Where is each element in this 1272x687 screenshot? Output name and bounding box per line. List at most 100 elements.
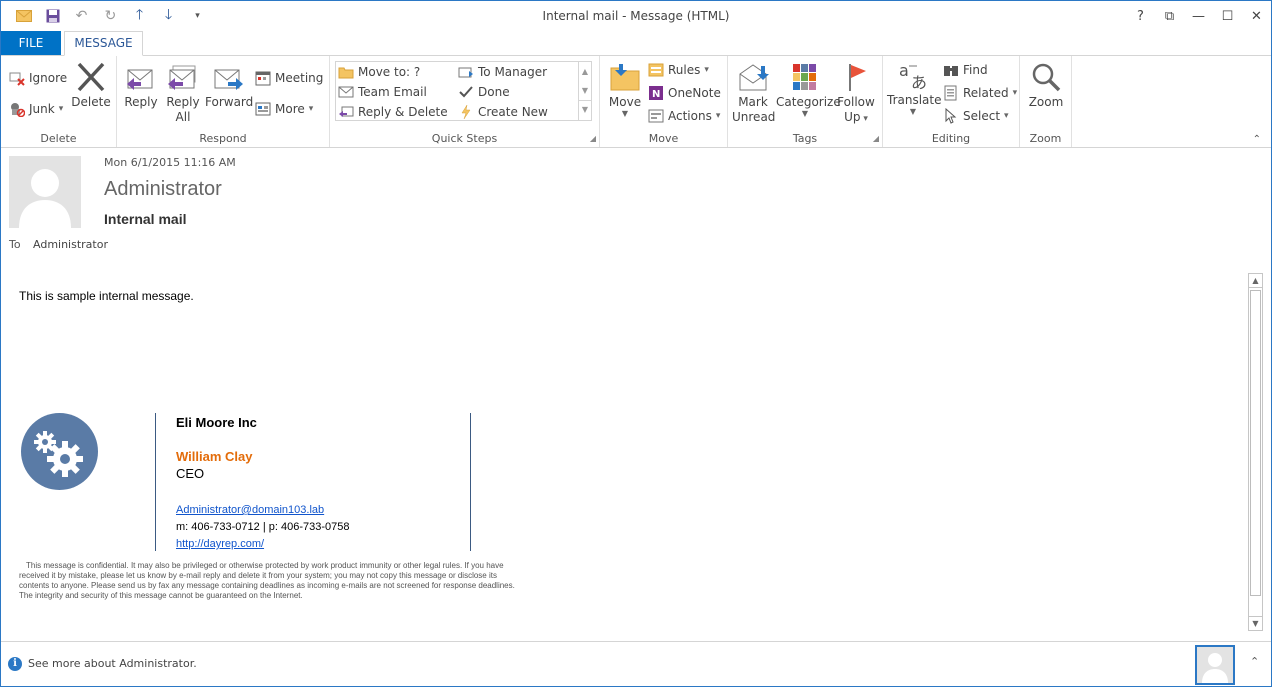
lightning-icon <box>461 104 471 120</box>
ribbon: Ignore Junk Delete Delete Reply Reply Al… <box>1 55 1271 148</box>
signature-url-link[interactable]: http://dayrep.com/ <box>176 538 264 550</box>
tags-launcher-icon[interactable]: ◢ <box>873 134 879 143</box>
move-folder-icon <box>610 64 640 91</box>
quick-step-reply-delete[interactable]: Reply & Delete <box>338 102 448 122</box>
move-button[interactable]: Move ▼ <box>606 62 644 118</box>
mark-unread-button[interactable]: Mark Unread <box>732 62 776 125</box>
mark-unread-icon <box>739 64 769 91</box>
see-more-link[interactable]: See more about Administrator. <box>28 657 197 670</box>
actions-icon <box>648 109 664 123</box>
to-label: To <box>9 238 21 251</box>
more-respond-icon <box>255 102 271 116</box>
quick-step-create-new[interactable]: Create New <box>458 102 548 122</box>
related-button[interactable]: Related <box>943 83 1017 103</box>
rules-icon <box>648 63 664 77</box>
sender-name[interactable]: Administrator <box>104 178 222 201</box>
group-delete: Ignore Junk Delete Delete <box>1 56 117 147</box>
message-body: This is sample internal message. Eli Moo… <box>1 271 1249 631</box>
help-button[interactable]: ? <box>1126 1 1155 31</box>
to-recipient[interactable]: Administrator <box>33 238 108 251</box>
close-button[interactable]: ✕ <box>1242 1 1271 31</box>
delete-label: Delete <box>71 95 111 109</box>
expand-gallery-icon[interactable]: ▼ <box>579 100 591 118</box>
mark-unread-label-line1: Mark <box>738 95 768 109</box>
magnifier-icon <box>1032 63 1061 92</box>
reply-button[interactable]: Reply <box>123 62 159 109</box>
select-label: Select <box>963 109 1001 123</box>
reply-all-button[interactable]: Reply All <box>163 62 203 125</box>
rules-button[interactable]: Rules <box>648 60 709 80</box>
signature-phone: m: 406-733-0712 | p: 406-733-0758 <box>176 521 350 533</box>
sender-avatar[interactable] <box>9 156 81 228</box>
scroll-down-icon[interactable]: ▼ <box>579 81 591 100</box>
scroll-thumb[interactable] <box>1250 290 1261 596</box>
quick-steps-scroll[interactable]: ▲ ▼ ▼ <box>578 62 591 120</box>
delete-x-icon <box>77 62 105 92</box>
forward-button[interactable]: Forward <box>205 62 253 109</box>
signature-email-link[interactable]: Administrator@domain103.lab <box>176 504 324 516</box>
message-header: Mon 6/1/2015 11:16 AM Administrator Inte… <box>1 149 1271 259</box>
translate-label: Translate <box>887 93 942 107</box>
group-move-label: Move <box>648 132 679 145</box>
svg-text:a: a <box>899 61 909 80</box>
meeting-button[interactable]: Meeting <box>255 68 323 88</box>
svg-text:あ: あ <box>911 73 927 90</box>
ignore-button[interactable]: Ignore <box>9 68 67 88</box>
group-delete-label: Delete <box>40 132 77 145</box>
signature-name: William Clay <box>176 449 253 464</box>
maximize-button[interactable]: ☐ <box>1213 1 1242 31</box>
people-pane-avatar[interactable] <box>1195 645 1235 685</box>
person-icon <box>1202 653 1228 683</box>
reply-delete-icon <box>339 106 354 117</box>
junk-button[interactable]: Junk <box>9 99 63 119</box>
disclaimer-text: This message is confidential. It may als… <box>19 561 515 600</box>
select-button[interactable]: Select <box>943 106 1009 126</box>
window-title: Internal mail - Message (HTML) <box>542 9 730 23</box>
body-scrollbar[interactable]: ▲ ▼ <box>1248 273 1263 631</box>
quick-step-done[interactable]: Done <box>458 82 510 102</box>
onenote-button[interactable]: N OneNote <box>648 83 721 103</box>
more-respond-button[interactable]: More <box>255 99 313 119</box>
reply-all-label-line1: Reply <box>166 95 200 109</box>
scroll-up-icon[interactable]: ▲ <box>579 62 591 81</box>
group-zoom: Zoom Zoom <box>1020 56 1072 147</box>
tab-file[interactable]: FILE <box>1 31 61 55</box>
quick-step-to-manager[interactable]: To Manager <box>458 62 547 82</box>
categorize-dropdown-icon: ▼ <box>801 109 809 118</box>
zoom-label: Zoom <box>1028 95 1064 109</box>
quick-step-team-email[interactable]: Team Email <box>338 82 427 102</box>
reply-all-label-line2: All <box>175 110 191 124</box>
related-label: Related <box>963 86 1009 100</box>
group-respond-label: Respond <box>199 132 247 145</box>
forward-icon <box>214 69 243 90</box>
group-tags: Mark Unread Categorize ▼ Follow Up Tags … <box>728 56 883 147</box>
more-label: More <box>275 102 305 116</box>
person-icon <box>19 169 71 228</box>
done-label: Done <box>478 85 510 99</box>
tab-message[interactable]: MESSAGE <box>64 31 143 56</box>
mark-unread-label-line2: Unread <box>732 110 776 124</box>
follow-up-button[interactable]: Follow Up <box>836 62 876 127</box>
find-label: Find <box>963 63 988 77</box>
find-button[interactable]: Find <box>943 60 988 80</box>
message-subject: Internal mail <box>104 211 187 227</box>
quick-step-move-to[interactable]: Move to: ? <box>338 62 420 82</box>
to-manager-icon <box>458 67 473 78</box>
delete-button[interactable]: Delete <box>71 62 111 109</box>
quick-steps-launcher-icon[interactable]: ◢ <box>590 134 596 143</box>
expand-people-pane-icon[interactable]: ⌃ <box>1250 655 1259 668</box>
categorize-button[interactable]: Categorize ▼ <box>776 62 841 118</box>
ribbon-display-options-button[interactable]: ⧉ <box>1155 1 1184 31</box>
ribbon-tabs: FILE MESSAGE <box>1 31 1271 56</box>
categorize-icon <box>793 64 816 90</box>
collapse-ribbon-icon[interactable]: ⌃ <box>1253 134 1261 145</box>
scroll-down-arrow-icon[interactable]: ▼ <box>1249 616 1262 630</box>
quick-steps-gallery: Move to: ? Team Email Reply & Delete To … <box>335 61 592 121</box>
minimize-button[interactable]: — <box>1184 1 1213 31</box>
message-date: Mon 6/1/2015 11:16 AM <box>104 156 236 169</box>
actions-button[interactable]: Actions <box>648 106 720 126</box>
translate-button[interactable]: aあ Translate ▼ <box>887 60 942 116</box>
scroll-up-arrow-icon[interactable]: ▲ <box>1249 274 1262 288</box>
zoom-button[interactable]: Zoom <box>1026 62 1066 109</box>
group-editing: aあ Translate ▼ Find Related Select Editi… <box>883 56 1020 147</box>
